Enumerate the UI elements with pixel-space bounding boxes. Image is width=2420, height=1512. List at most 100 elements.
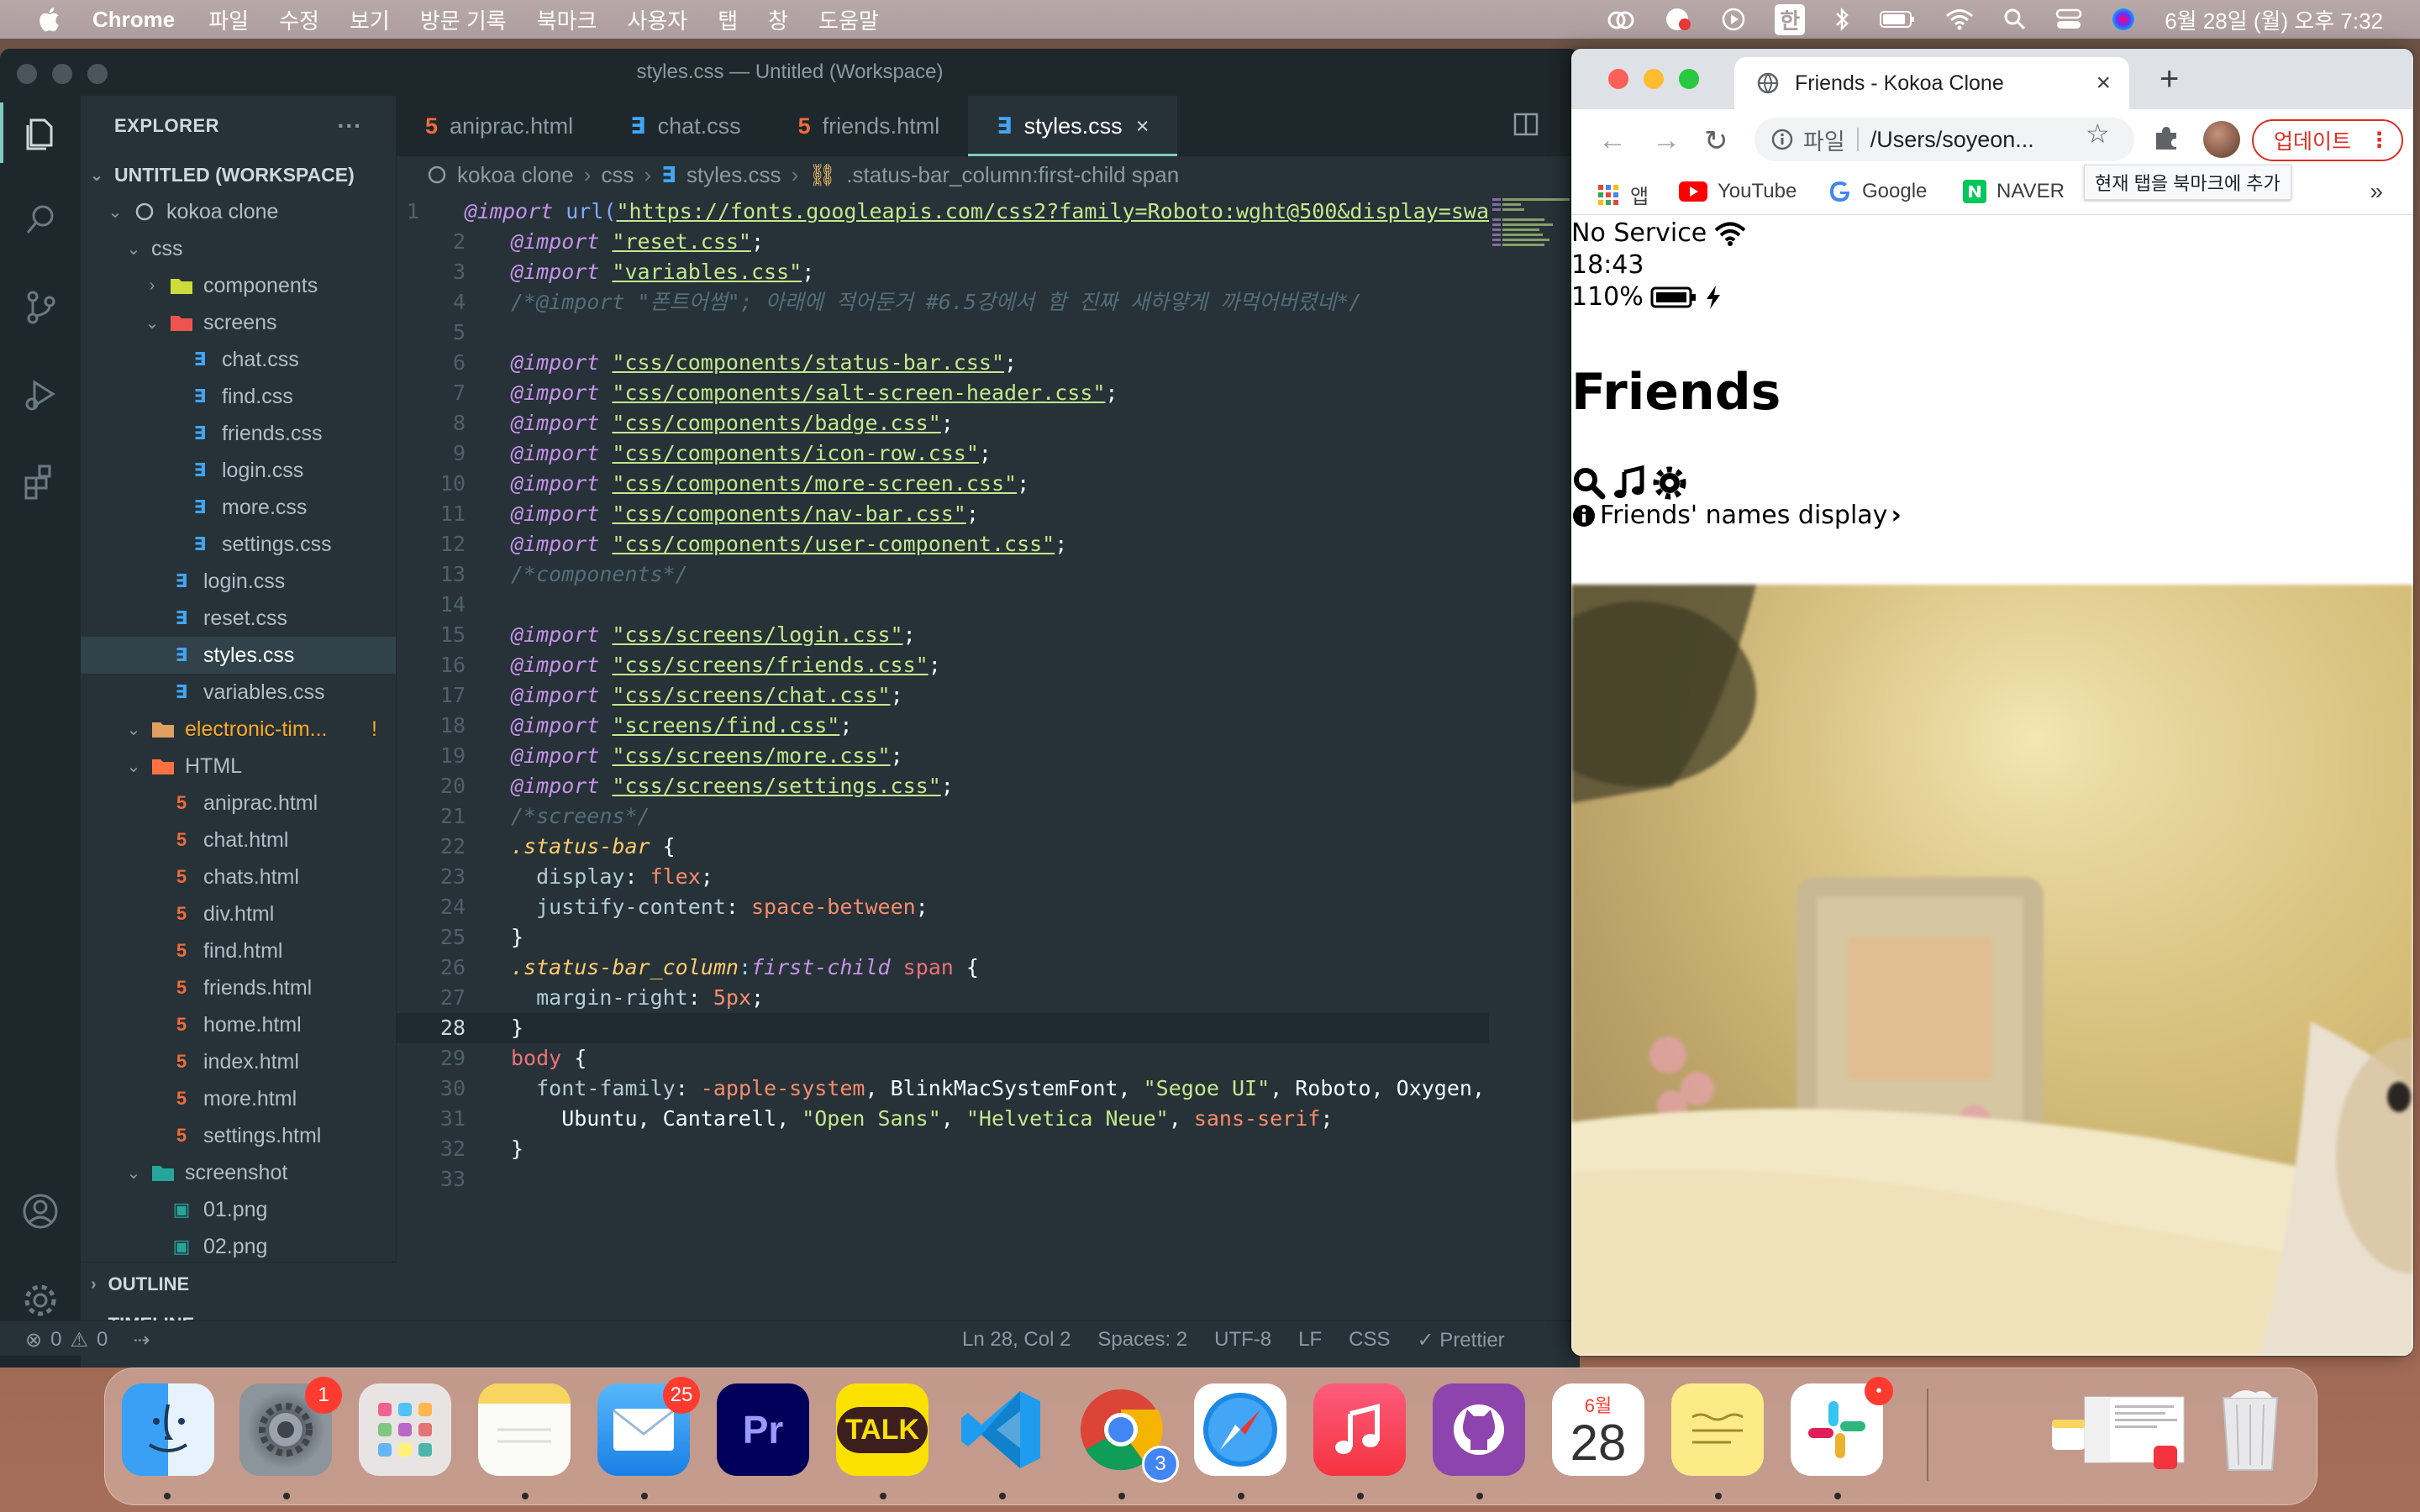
app-menu-chrome[interactable]: Chrome: [92, 7, 175, 33]
file-tree-item[interactable]: ∃ reset.css: [81, 600, 396, 637]
menu-history[interactable]: 방문 기록: [420, 4, 507, 35]
file-tree-item[interactable]: 5 chat.html: [81, 822, 396, 858]
info-icon[interactable]: [1771, 129, 1793, 150]
file-tree-item[interactable]: 5 find.html: [81, 932, 396, 969]
file-tree-item[interactable]: 5 index.html: [81, 1043, 396, 1080]
slack-app-icon[interactable]: •: [1791, 1377, 1893, 1476]
menu-profiles[interactable]: 사용자: [627, 4, 687, 35]
breadcrumb-item[interactable]: css: [601, 162, 634, 188]
workspace-root[interactable]: ⌄ UNTITLED (WORKSPACE): [81, 156, 396, 193]
file-tree-item[interactable]: ▣ 01.png: [81, 1191, 396, 1228]
code-editor[interactable]: 1 @import url("https://fonts.googleapis.c…: [397, 197, 1489, 1194]
update-button[interactable]: 업데이트 ⋮: [2252, 119, 2403, 161]
language-mode[interactable]: CSS: [1349, 1328, 1390, 1352]
encoding[interactable]: UTF-8: [1214, 1328, 1271, 1352]
music-app-icon[interactable]: [1313, 1383, 1406, 1476]
bluetooth-icon[interactable]: [1833, 7, 1850, 32]
system-preferences-app-icon[interactable]: 1: [239, 1377, 342, 1476]
premiere-pro-app-icon[interactable]: Pr: [717, 1383, 809, 1476]
bookmark-google[interactable]: Google: [1828, 180, 1927, 203]
menu-window[interactable]: 창: [768, 4, 788, 35]
launchpad-app-icon[interactable]: [359, 1383, 451, 1476]
file-tree-item[interactable]: ∃ login.css: [81, 452, 396, 489]
file-tree-item[interactable]: 5 home.html: [81, 1006, 396, 1043]
problems-indicator[interactable]: ⊗ 0 ⚠ 0 ⇢: [25, 1328, 150, 1352]
chrome-app-icon[interactable]: 3: [1075, 1383, 1179, 1483]
file-tree-item[interactable]: ∃ find.css: [81, 378, 396, 415]
file-tree-item[interactable]: ▣ 02.png: [81, 1228, 396, 1265]
extensions-icon[interactable]: [18, 460, 62, 504]
input-method-icon[interactable]: 한: [1775, 3, 1806, 35]
file-tree-item[interactable]: ⌄ HTML: [81, 748, 396, 785]
minimized-window-thumbnail[interactable]: [2080, 1383, 2189, 1476]
music-note-icon[interactable]: [1612, 465, 1647, 501]
bookmark-naver[interactable]: NAVER: [1963, 180, 2065, 203]
gear-icon[interactable]: [1652, 465, 1687, 501]
new-tab-button[interactable]: +: [2160, 60, 2179, 98]
file-tree-item[interactable]: ∃ chat.css: [81, 341, 396, 378]
file-tree-item[interactable]: 5 chats.html: [81, 858, 396, 895]
explorer-files-icon[interactable]: [0, 102, 62, 163]
file-tree-item[interactable]: ∃ login.css: [81, 563, 396, 600]
bookmark-youtube[interactable]: YouTube: [1679, 180, 1797, 203]
zoom-window-button[interactable]: [87, 64, 108, 84]
file-tree-item[interactable]: ∃ styles.css: [81, 637, 396, 674]
file-tree-item[interactable]: 5 div.html: [81, 895, 396, 932]
breadcrumb-item[interactable]: kokoa clone: [457, 162, 574, 188]
stickies-app-icon[interactable]: [1671, 1383, 1764, 1476]
explorer-more-actions-icon[interactable]: ···: [338, 113, 362, 139]
file-tree-item[interactable]: 5 more.html: [81, 1080, 396, 1117]
settings-gear-icon[interactable]: [18, 1278, 62, 1322]
file-tree-item[interactable]: ∃ variables.css: [81, 674, 396, 711]
close-tab-icon[interactable]: ×: [1136, 113, 1150, 139]
file-tree-item[interactable]: ⌄ screens: [81, 304, 396, 341]
more-vert-icon[interactable]: ⋮: [2369, 128, 2390, 153]
kakaotalk-app-icon[interactable]: TALK: [836, 1383, 929, 1476]
split-editor-icon[interactable]: [1512, 111, 1539, 144]
file-tree-item[interactable]: › components: [81, 267, 396, 304]
browser-tab-friends[interactable]: Friends - Kokoa Clone ×: [1734, 57, 2129, 109]
file-tree-item[interactable]: ⌄ electronic-tim...!: [81, 711, 396, 748]
spotlight-search-icon[interactable]: [2003, 8, 2027, 31]
friends-display-link[interactable]: Friends' names display ›: [1571, 501, 1902, 530]
menu-bar-clock[interactable]: 6월 28일 (월) 오후 7:32: [2165, 4, 2383, 35]
close-window-button[interactable]: [1608, 69, 1628, 89]
file-tree-item[interactable]: 5 settings.html: [81, 1117, 396, 1154]
safari-app-icon[interactable]: [1194, 1383, 1286, 1476]
editor-tab[interactable]: 5 aniprac.html: [397, 96, 602, 156]
menu-view[interactable]: 보기: [350, 4, 390, 35]
play-circle-icon[interactable]: [1721, 7, 1746, 32]
search-icon[interactable]: [1571, 465, 1607, 501]
editor-tab[interactable]: ∃ styles.css ×: [968, 96, 1178, 156]
extensions-puzzle-icon[interactable]: [2151, 123, 2181, 153]
cursor-position[interactable]: Ln 28, Col 2: [962, 1328, 1071, 1352]
live-share-icon[interactable]: ⇢: [133, 1328, 150, 1352]
siri-icon[interactable]: [2111, 7, 2136, 32]
run-debug-icon[interactable]: [18, 373, 62, 417]
indentation[interactable]: Spaces: 2: [1097, 1328, 1187, 1352]
bookmark-apps[interactable]: 앱: [1597, 180, 1649, 209]
bookmark-star-icon[interactable]: ☆: [2086, 118, 2110, 150]
end-of-line[interactable]: LF: [1298, 1328, 1322, 1352]
bookmarks-overflow-icon[interactable]: »: [2370, 178, 2383, 205]
editor-tab[interactable]: ∃ chat.css: [602, 96, 770, 156]
calendar-app-icon[interactable]: 6월 28: [1552, 1383, 1644, 1476]
profile-avatar[interactable]: [2203, 121, 2240, 158]
menu-file[interactable]: 파일: [208, 4, 249, 35]
menu-bookmarks[interactable]: 북마크: [537, 4, 597, 35]
source-control-icon[interactable]: [18, 286, 62, 329]
wifi-icon[interactable]: [1944, 8, 1975, 31]
zoom-window-button[interactable]: [1679, 69, 1699, 89]
menu-edit[interactable]: 수정: [279, 4, 319, 35]
address-bar[interactable]: 파일 /Users/soyeon...: [1754, 118, 2134, 161]
notes-app-icon[interactable]: [478, 1383, 571, 1476]
close-window-button[interactable]: [17, 64, 37, 84]
file-tree-item[interactable]: ∃ friends.css: [81, 415, 396, 452]
trash-icon[interactable]: [2204, 1383, 2296, 1476]
accounts-icon[interactable]: [18, 1189, 62, 1233]
prettier-status[interactable]: ✓ Prettier: [1418, 1328, 1505, 1352]
mail-app-icon[interactable]: 25: [597, 1377, 700, 1476]
back-arrow-icon[interactable]: ←: [1598, 124, 1627, 157]
editor-tab[interactable]: 5 friends.html: [770, 96, 969, 156]
search-icon[interactable]: [18, 198, 62, 242]
